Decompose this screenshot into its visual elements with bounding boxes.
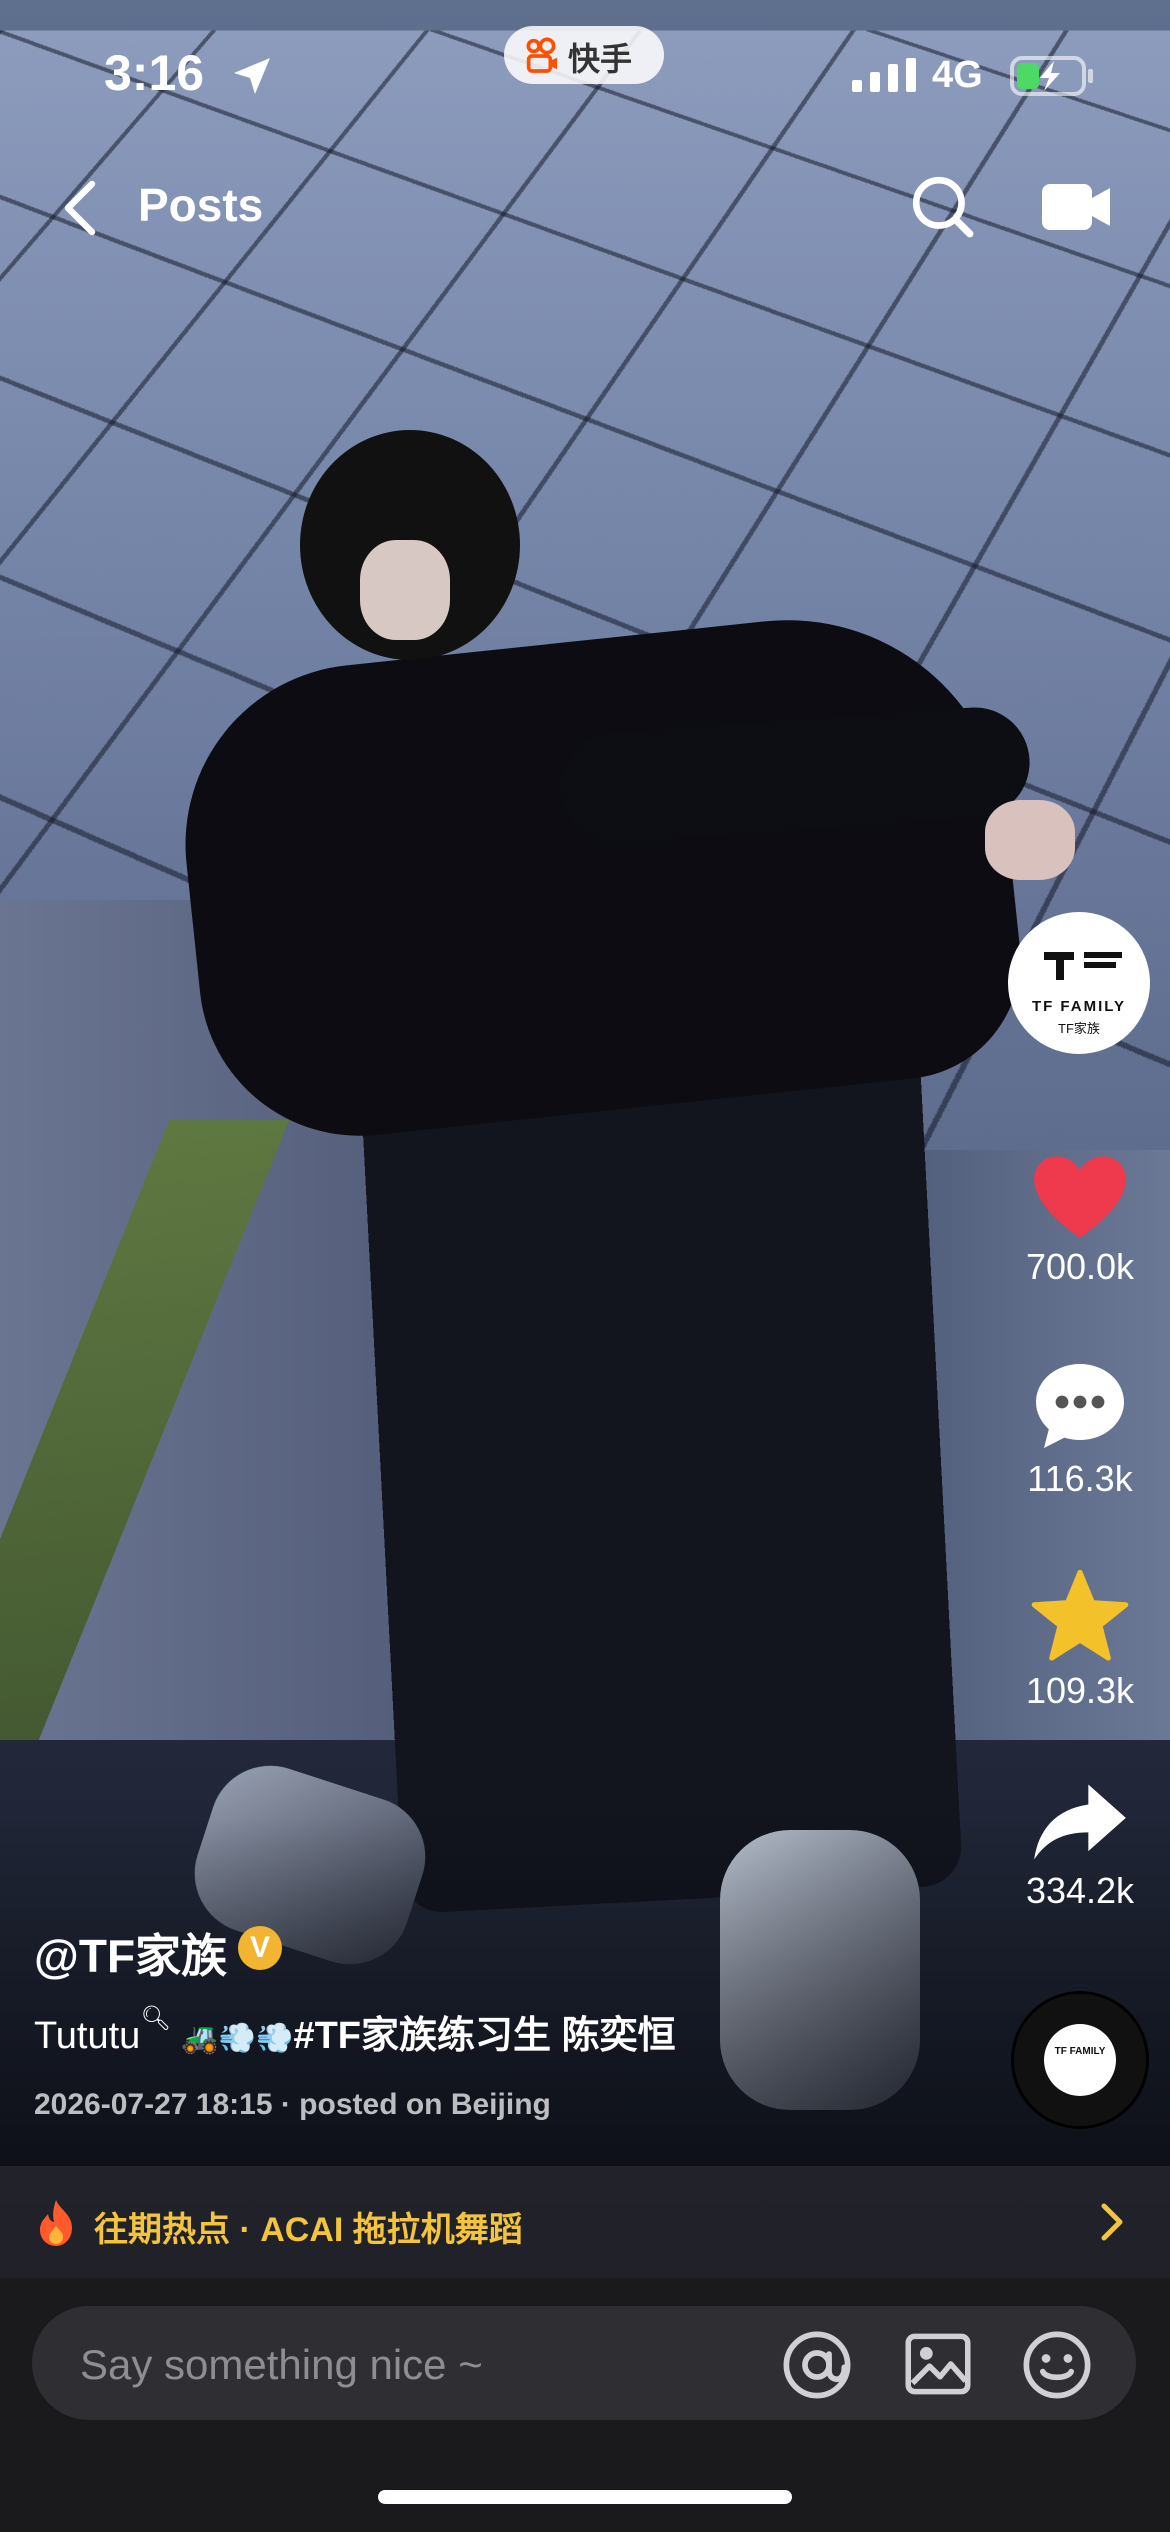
comment-action[interactable]: 116.3k	[1005, 1360, 1155, 1500]
dancer-face	[360, 540, 450, 640]
status-bar: 3:16 快手 4G	[0, 0, 1170, 150]
mention-icon[interactable]	[782, 2330, 852, 2400]
share-arrow-icon	[1034, 1784, 1126, 1860]
dancer-fist	[985, 800, 1075, 880]
music-disc[interactable]: TF FAMILY	[1014, 1994, 1146, 2126]
dash-emoji-icon: 💨	[218, 2022, 257, 2055]
share-action[interactable]: 334.2k	[1005, 1780, 1155, 1912]
author-avatar[interactable]: TF FAMILY TF家族	[1008, 912, 1150, 1054]
dancer-body	[167, 598, 1033, 1152]
author-name[interactable]: @TF家族	[34, 1920, 227, 1986]
kuaishou-label: 快手	[568, 41, 633, 77]
camera-icon[interactable]	[1040, 180, 1112, 234]
music-disc-label: TF FAMILY	[1044, 2024, 1116, 2096]
status-time: 3:16	[104, 45, 205, 101]
nav-title: Posts	[138, 179, 264, 231]
tf-logo-icon	[1044, 952, 1122, 980]
kuaishou-logo-icon	[526, 37, 557, 73]
favorite-count: 109.3k	[1025, 1670, 1135, 1711]
emoji-icon[interactable]	[1022, 2330, 1092, 2400]
star-icon	[1031, 1569, 1129, 1661]
music-disc-text: TF FAMILY	[1054, 2046, 1106, 2057]
tractor-emoji-icon: 🚜	[181, 2022, 219, 2055]
comment-bubble-icon	[1036, 1364, 1124, 1448]
home-indicator[interactable]	[378, 2490, 792, 2504]
post-meta: 2026-07-27 18:15 · posted on Beijing	[34, 2088, 551, 2121]
signal-icon	[852, 58, 916, 92]
battery-charging-icon	[1010, 56, 1093, 96]
post-caption[interactable]: Tututu🔍︎ 🚜💨💨#TF家族练习生 陈奕恒	[34, 2004, 676, 2059]
caption-name: 陈奕恒	[561, 2015, 676, 2057]
comment-input[interactable]	[78, 2332, 722, 2398]
heart-icon	[1034, 1156, 1126, 1238]
search-icon[interactable]	[910, 174, 976, 240]
screen: 3:16 快手 4G Posts TF FAMILY TF家族 700.0k 1…	[0, 0, 1170, 2532]
search-small-icon[interactable]: 🔍︎	[140, 2005, 170, 2032]
network-type: 4G	[932, 54, 983, 96]
image-icon[interactable]	[904, 2330, 972, 2398]
favorite-action[interactable]: 109.3k	[1005, 1568, 1155, 1712]
caption-prefix: Tututu	[34, 2015, 141, 2057]
verified-badge: V	[238, 1926, 282, 1970]
share-count: 334.2k	[1025, 1870, 1135, 1911]
avatar-sub-text: TF家族	[1058, 1021, 1100, 1036]
hot-topic-label: 往期热点 · ACAI 拖拉机舞蹈	[94, 2211, 523, 2249]
chevron-right-icon[interactable]	[1100, 2202, 1124, 2242]
avatar-logo-text: TF FAMILY	[1031, 998, 1127, 1015]
chevron-left-icon[interactable]	[58, 180, 102, 236]
like-count: 700.0k	[1025, 1246, 1135, 1287]
video-player[interactable]	[0, 0, 1170, 2532]
caption-hashtag[interactable]: #TF家族练习生	[293, 2015, 551, 2057]
comment-count: 116.3k	[1027, 1458, 1133, 1499]
flame-icon	[40, 2200, 72, 2246]
like-action[interactable]: 700.0k	[1005, 1152, 1155, 1288]
location-arrow-icon	[234, 58, 270, 94]
dash-emoji-icon: 💨	[256, 2022, 294, 2055]
